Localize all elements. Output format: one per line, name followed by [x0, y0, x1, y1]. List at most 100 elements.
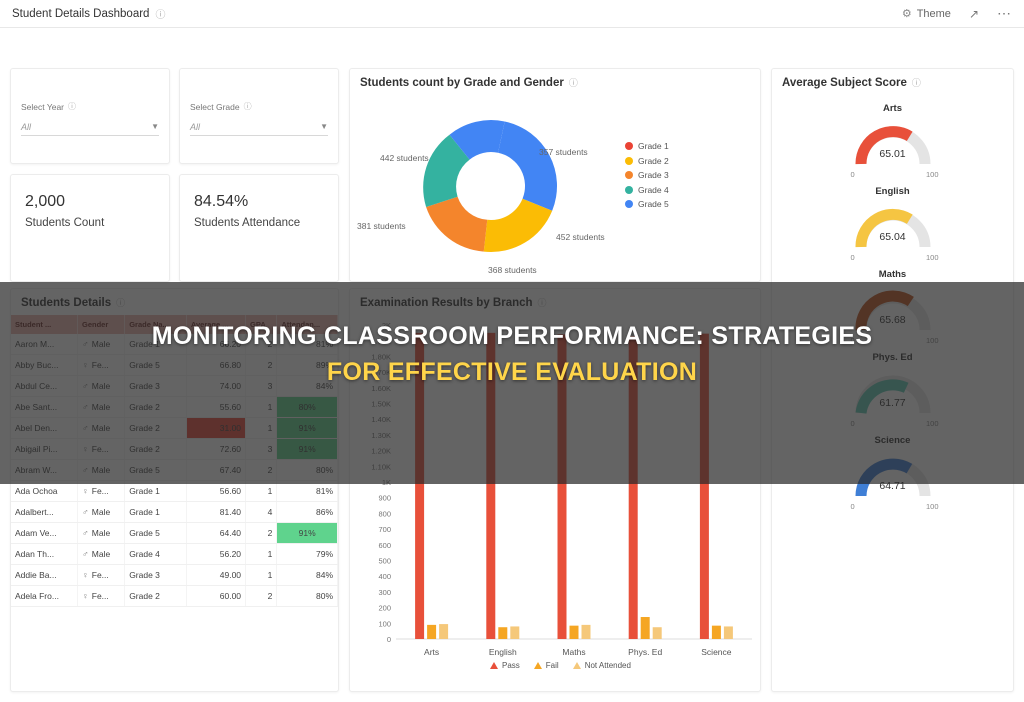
cell-grade: Grade 5 [124, 459, 187, 481]
cell-student-name: Adam Ve... [11, 522, 79, 544]
bar[interactable] [486, 332, 496, 639]
info-icon[interactable]: ⓘ [68, 101, 76, 112]
info-icon[interactable]: ⓘ [569, 76, 578, 89]
table-row[interactable]: Adam Ve... ♂ Male Grade 5 64.40 2 91% [11, 522, 338, 544]
col-grade-name[interactable]: Grade Na... [124, 315, 187, 334]
table-row[interactable]: Adan Th... ♂ Male Grade 4 56.20 1 79% [11, 543, 338, 565]
cell-student-name: Aaron M... [11, 334, 79, 355]
gauge-arc [854, 208, 930, 248]
cell-gpa: 3 [245, 375, 278, 397]
col-gpa[interactable]: GPA [245, 315, 278, 334]
y-axis-tick: 1.40K [371, 415, 391, 424]
cell-gender: ♂ Male [77, 501, 126, 523]
theme-button[interactable]: ⚙ Theme [902, 7, 951, 21]
cell-attendance: 80% [276, 396, 338, 418]
bar[interactable] [439, 624, 449, 639]
cell-gender: ♀ Fe... [77, 354, 126, 376]
select-grade-label-row: Select Grade ⓘ [180, 101, 338, 112]
bar[interactable] [569, 625, 579, 639]
bar[interactable] [699, 333, 709, 639]
select-grade-input[interactable]: All ▼ [190, 118, 328, 136]
bar[interactable] [498, 627, 508, 639]
col-student-name[interactable]: Student ... [11, 315, 79, 334]
donut-slice-grade-3[interactable] [426, 196, 488, 252]
bar[interactable] [652, 627, 662, 639]
legend-label: Grade 4 [638, 184, 669, 195]
donut-slice-grade-1[interactable] [498, 121, 558, 211]
bar[interactable] [723, 626, 733, 639]
table-row[interactable]: Ada Ochoa ♀ Fe... Grade 1 56.60 1 81% [11, 480, 338, 502]
cell-attendance: 91% [276, 522, 338, 544]
table-row[interactable]: Abby Buc... ♀ Fe... Grade 5 66.80 2 89% [11, 354, 338, 376]
gauge-english: English 65.04 0 100 [772, 186, 1013, 265]
table-row[interactable]: Addie Ba... ♀ Fe... Grade 3 49.00 1 84% [11, 564, 338, 586]
legend-item-pass[interactable]: Pass [490, 661, 520, 670]
table-row[interactable]: Adela Fro... ♀ Fe... Grade 2 60.00 2 80% [11, 585, 338, 607]
legend-label: Grade 5 [638, 199, 669, 209]
col-attendance[interactable]: Attendan... [276, 315, 338, 334]
info-icon[interactable]: ⓘ [155, 6, 165, 21]
kpi-card-students-count: 2,000 Students Count [10, 174, 170, 282]
bar[interactable] [581, 624, 591, 639]
legend-swatch [625, 185, 633, 194]
legend-swatch [625, 142, 633, 150]
info-icon[interactable]: ⓘ [116, 296, 125, 309]
legend-item-grade-5[interactable]: Grade 5 [625, 199, 669, 209]
bar[interactable] [557, 334, 567, 639]
gauge-name: Maths [878, 269, 907, 280]
legend-item-grade-4[interactable]: Grade 4 [625, 185, 669, 195]
legend-item-not-attended[interactable]: Not Attended [572, 661, 631, 670]
cell-grade: Grade 2 [124, 396, 187, 418]
y-axis-tick: 600 [378, 541, 391, 550]
col-gender[interactable]: Gender [77, 315, 126, 334]
cell-attendance: 91% [276, 438, 338, 460]
cell-gender-label: Male [91, 528, 111, 538]
info-icon[interactable]: ⓘ [244, 101, 252, 112]
male-icon: ♂ [82, 381, 89, 391]
table-row[interactable]: Adalbert... ♂ Male Grade 1 81.40 4 86% [11, 501, 338, 523]
info-icon[interactable]: ⓘ [912, 76, 921, 89]
bar[interactable] [640, 617, 650, 639]
legend-item-grade-1[interactable]: Grade 1 [625, 141, 669, 151]
kpi-value: 2,000 [25, 193, 66, 210]
students-table: Student ... Gender Grade Na... Average .… [11, 315, 338, 607]
legend-item-fail[interactable]: Fail [533, 661, 559, 670]
legend-marker-icon [490, 662, 498, 669]
gauge-max: 100 [925, 336, 939, 345]
table-row[interactable]: Abe Sant... ♂ Male Grade 2 55.60 1 80% [11, 396, 338, 418]
bar[interactable] [427, 624, 437, 639]
students-table-scroll[interactable]: Student ... Gender Grade Na... Average .… [11, 315, 338, 607]
bar-title-row: Examination Results by Branch ⓘ [350, 289, 760, 309]
cell-attendance: 80% [276, 585, 338, 607]
bar[interactable] [711, 625, 721, 639]
table-row[interactable]: Abel Den... ♂ Male Grade 2 31.00 1 91% [11, 417, 338, 439]
expand-button[interactable]: ↗ [969, 7, 979, 21]
info-icon[interactable]: ⓘ [538, 296, 547, 309]
cell-student-name: Abby Buc... [11, 354, 79, 376]
table-row[interactable]: Abdul Ce... ♂ Male Grade 3 74.00 3 84% [11, 375, 338, 397]
legend-item-grade-2[interactable]: Grade 2 [625, 156, 669, 166]
y-axis-tick: 1.50K [371, 400, 391, 409]
more-options-button[interactable]: ⋯ [997, 5, 1012, 22]
bar-chart[interactable]: 2K 1.90K 1.80K 1.70K 1.60K 1.50K 1.40K 1.30K 1.2… [350, 311, 762, 693]
gauge-name: Arts [882, 103, 902, 114]
donut-chart[interactable] [350, 91, 762, 281]
cell-average: 81.40 [186, 501, 247, 523]
students-title-row: Students Details ⓘ [11, 289, 338, 309]
bar[interactable] [628, 335, 638, 639]
table-row[interactable]: Aaron M... ♂ Male Grade 1 66.20 2 81% [11, 334, 338, 355]
y-axis-tick: 1.30K [371, 431, 391, 440]
female-icon: ♀ [82, 570, 89, 580]
col-average[interactable]: Average ... [186, 315, 247, 334]
cell-student-name: Abdul Ce... [11, 375, 79, 397]
legend-item-grade-3[interactable]: Grade 3 [625, 170, 669, 180]
gauge-min: 0 [850, 336, 855, 345]
bar[interactable] [510, 626, 520, 639]
kpi-card-students-attendance: 84.54% Students Attendance [179, 174, 339, 282]
cell-grade: Grade 5 [124, 522, 187, 544]
donut-slice-grade-2[interactable] [483, 198, 553, 253]
select-year-input[interactable]: All ▼ [21, 118, 159, 136]
table-row[interactable]: Abram W... ♂ Male Grade 5 67.40 2 80% [11, 459, 338, 481]
table-row[interactable]: Abigail Pi... ♀ Fe... Grade 2 72.60 3 91% [11, 438, 338, 460]
bar[interactable] [415, 332, 425, 639]
